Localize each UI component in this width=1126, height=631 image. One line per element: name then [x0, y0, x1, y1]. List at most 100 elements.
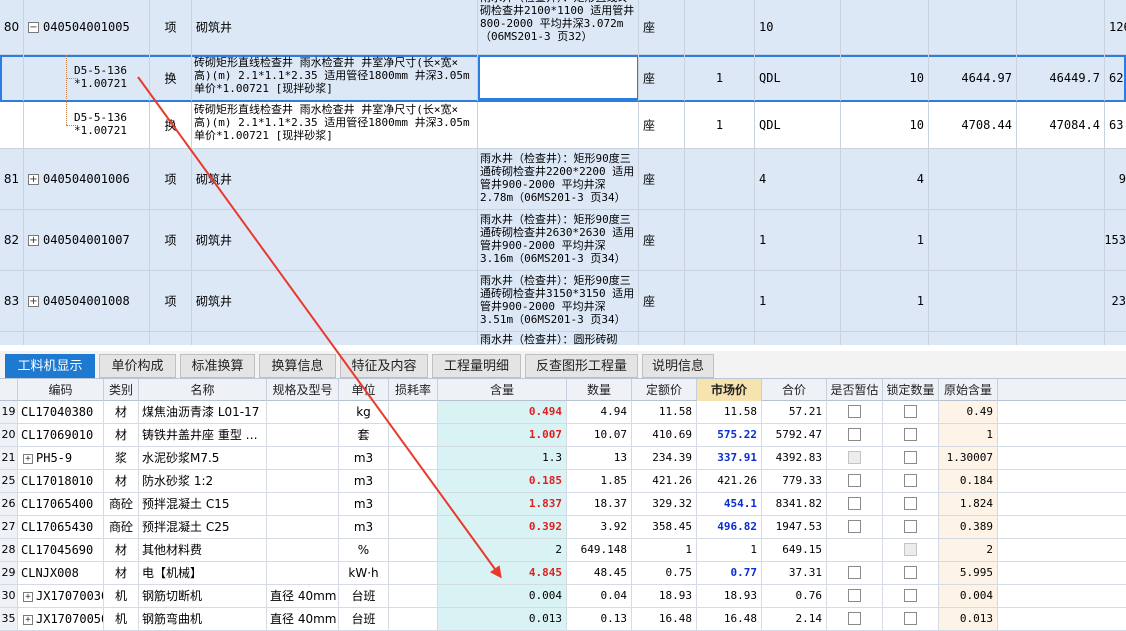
resource-grid[interactable]: 编码 类别 名称 规格及型号 单位 损耗率 含量 数量 定额价 市场价 合价 是… [0, 379, 1126, 631]
resource-name-cell[interactable]: 预拌混凝土 C25 [139, 516, 267, 538]
resource-name-cell[interactable]: 钢筋弯曲机 [139, 608, 267, 630]
provisional-checkbox[interactable] [848, 566, 861, 579]
market-price-cell[interactable]: 454.1 [697, 493, 762, 515]
resource-spec-cell[interactable] [267, 470, 339, 492]
provisional-checkbox[interactable] [848, 520, 861, 533]
market-price-cell[interactable]: 496.82 [697, 516, 762, 538]
col-header-amount[interactable]: 数量 [567, 379, 632, 401]
col-header-spec[interactable]: 规格及型号 [267, 379, 339, 401]
resource-name-cell[interactable]: 电【机械】 [139, 562, 267, 584]
market-price-cell[interactable]: 421.26 [697, 470, 762, 492]
resource-name-cell[interactable]: 煤焦油沥青漆 L01-17 [139, 401, 267, 423]
resource-name-cell[interactable]: 水泥砂浆M7.5 [139, 447, 267, 469]
tab-features-content[interactable]: 特征及内容 [340, 354, 428, 378]
resource-name-cell[interactable]: 其他材料费 [139, 539, 267, 561]
col-header-market-price[interactable]: 市场价 [697, 379, 762, 401]
collapse-icon[interactable]: − [28, 22, 39, 33]
resource-name-cell[interactable]: 钢筋切断机 [139, 585, 267, 607]
resource-spec-cell[interactable]: 直径 40mm [267, 585, 339, 607]
content-value-cell[interactable]: 1.3 [438, 447, 567, 469]
resource-row[interactable]: 20 CL17069010 材 铸铁井盖井座 重型 … 套 1.007 10.07 410.6… [0, 424, 1126, 447]
resource-code-cell[interactable]: CLNJX008 [18, 562, 104, 584]
resource-spec-cell[interactable] [267, 493, 339, 515]
content-value-cell[interactable]: 1.837 [438, 493, 567, 515]
lock-qty-checkbox[interactable] [904, 405, 917, 418]
resource-row[interactable]: 26 CL17065400 商砼 预拌混凝土 C15 m3 1.837 18.37 329.3… [0, 493, 1126, 516]
col-header-original-content[interactable]: 原始含量 [939, 379, 998, 401]
col-header-category[interactable]: 类别 [104, 379, 139, 401]
content-value-cell[interactable]: 0.392 [438, 516, 567, 538]
resource-spec-cell[interactable] [267, 447, 339, 469]
resource-row[interactable]: 28 CL17045690 材 其他材料费% 2 649.148 1 1 649.15 2 [0, 539, 1126, 562]
col-header-content[interactable]: 含量 [438, 379, 567, 401]
provisional-checkbox[interactable] [848, 589, 861, 602]
provisional-checkbox[interactable] [848, 474, 861, 487]
resource-code-cell[interactable]: + PH5-9 [18, 447, 104, 469]
resource-spec-cell[interactable] [267, 516, 339, 538]
provisional-checkbox[interactable] [848, 428, 861, 441]
feature-edit-box[interactable] [478, 55, 638, 100]
col-header-code[interactable]: 编码 [18, 379, 104, 401]
content-value-cell[interactable]: 0.004 [438, 585, 567, 607]
resource-name-cell[interactable]: 防水砂浆 1:2 [139, 470, 267, 492]
col-header-name[interactable]: 名称 [139, 379, 267, 401]
resource-row[interactable]: 29 CLNJX008 材 电【机械】 kW·h 4.845 48.45 0.75 0.77 37… [0, 562, 1126, 585]
bill-items-grid[interactable]: 80 −040504001005 项 砌筑井 雨水井（检查井）：矩形直线砖砌检查… [0, 0, 1126, 345]
resource-row[interactable]: 35 + JX17070050 机钢筋弯曲机 直径 40mm 台班 0.013 0.13 16.… [0, 608, 1126, 631]
resource-code-cell[interactable]: CL17040380 [18, 401, 104, 423]
market-price-cell[interactable]: 11.58 [697, 401, 762, 423]
provisional-checkbox[interactable] [848, 497, 861, 510]
resource-code-cell[interactable]: + JX17070050 [18, 608, 104, 630]
tab-labor-material-machine[interactable]: 工料机显示 [5, 354, 95, 378]
expand-icon[interactable]: + [28, 296, 39, 307]
table-row[interactable]: 雨水井（检查井）：圆形砖砌 [0, 332, 1126, 345]
lock-qty-checkbox[interactable] [904, 612, 917, 625]
resource-code-cell[interactable]: + JX17070030 [18, 585, 104, 607]
col-header-quota-price[interactable]: 定额价 [632, 379, 697, 401]
tab-conversion-info[interactable]: 换算信息 [259, 354, 336, 378]
resource-row[interactable]: 21 + PH5-9 浆水泥砂浆M7.5 m3 1.3 13 234.39 337.91 4392… [0, 447, 1126, 470]
resource-row[interactable]: 25 CL17018010 材 防水砂浆 1:2 m3 0.185 1.85 421.26 42… [0, 470, 1126, 493]
col-header-total[interactable]: 合价 [762, 379, 827, 401]
tab-unit-price-composition[interactable]: 单价构成 [99, 354, 176, 378]
content-value-cell[interactable]: 0.013 [438, 608, 567, 630]
lock-qty-checkbox[interactable] [904, 451, 917, 464]
market-price-cell[interactable]: 0.77 [697, 562, 762, 584]
lock-qty-checkbox[interactable] [904, 566, 917, 579]
tab-reverse-graphic-quantity[interactable]: 反查图形工程量 [525, 354, 638, 378]
content-value-cell[interactable]: 4.845 [438, 562, 567, 584]
expand-icon[interactable]: + [23, 614, 33, 625]
resource-code-cell[interactable]: CL17065400 [18, 493, 104, 515]
table-row[interactable]: 80 −040504001005 项 砌筑井 雨水井（检查井）：矩形直线砖砌检查… [0, 0, 1126, 55]
resource-row[interactable]: 27 CL17065430 商砼 预拌混凝土 C25 m3 0.392 3.92 358.45… [0, 516, 1126, 539]
resource-row[interactable]: 30 + JX17070030 机钢筋切断机 直径 40mm 台班 0.004 0.04 18.… [0, 585, 1126, 608]
lock-qty-checkbox[interactable] [904, 497, 917, 510]
col-header-loss-rate[interactable]: 损耗率 [389, 379, 438, 401]
table-row[interactable]: D5-5-136 *1.00721 换 砖砌矩形直线检查井 雨水检查井 井室净尺… [0, 102, 1126, 149]
col-header-unit[interactable]: 单位 [339, 379, 389, 401]
resource-code-cell[interactable]: CL17045690 [18, 539, 104, 561]
content-value-cell[interactable]: 1.007 [438, 424, 567, 446]
resource-name-cell[interactable]: 预拌混凝土 C15 [139, 493, 267, 515]
col-header-lock-qty[interactable]: 锁定数量 [883, 379, 939, 401]
market-price-cell[interactable]: 575.22 [697, 424, 762, 446]
resource-row[interactable]: 19 CL17040380 材 煤焦油沥青漆 L01-17 kg 0.494 4.94 11.… [0, 401, 1126, 424]
market-price-cell[interactable]: 16.48 [697, 608, 762, 630]
content-value-cell[interactable]: 0.185 [438, 470, 567, 492]
expand-icon[interactable]: + [23, 591, 33, 602]
resource-code-cell[interactable]: CL17065430 [18, 516, 104, 538]
resource-code-cell[interactable]: CL17069010 [18, 424, 104, 446]
resource-spec-cell[interactable]: 直径 40mm [267, 608, 339, 630]
provisional-checkbox[interactable] [848, 405, 861, 418]
table-row[interactable]: 83 +040504001008 项 砌筑井 雨水井（检查井）：矩形90度三通砖… [0, 271, 1126, 332]
resource-spec-cell[interactable] [267, 424, 339, 446]
content-value-cell[interactable]: 2 [438, 539, 567, 561]
market-price-cell[interactable]: 337.91 [697, 447, 762, 469]
table-row[interactable]: 82 +040504001007 项 砌筑井 雨水井（检查井）：矩形90度三通砖… [0, 210, 1126, 271]
table-row-selected[interactable]: D5-5-136 *1.00721 换 砖砌矩形直线检查井 雨水检查井 井室净尺… [0, 55, 1126, 102]
expand-icon[interactable]: + [28, 235, 39, 246]
provisional-checkbox[interactable] [848, 612, 861, 625]
lock-qty-checkbox[interactable] [904, 589, 917, 602]
lock-qty-checkbox[interactable] [904, 428, 917, 441]
tab-standard-conversion[interactable]: 标准换算 [180, 354, 255, 378]
